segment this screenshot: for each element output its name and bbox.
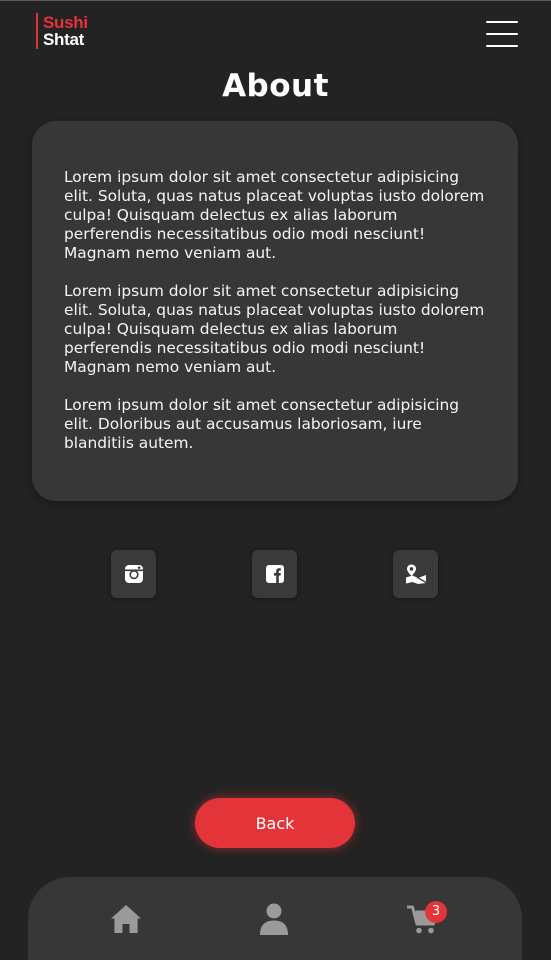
hamburger-menu-icon[interactable] — [486, 21, 518, 47]
about-card: Lorem ipsum dolor sit amet consectetur a… — [32, 121, 518, 501]
nav-cart[interactable]: 3 — [401, 897, 447, 941]
about-paragraph-3: Lorem ipsum dolor sit amet consectetur a… — [64, 396, 460, 452]
logo-line-1: Sushi — [43, 13, 88, 32]
page-title: About — [222, 68, 329, 104]
about-paragraph-1: Lorem ipsum dolor sit amet consectetur a… — [64, 168, 485, 262]
instagram-button[interactable] — [111, 550, 156, 598]
cart-count-badge: 3 — [425, 901, 447, 923]
back-button[interactable]: Back — [195, 798, 355, 848]
logo-line-2: Shtat — [43, 30, 85, 49]
nav-profile[interactable] — [252, 897, 296, 941]
user-icon — [260, 903, 288, 935]
about-paragraph-2: Lorem ipsum dolor sit amet consectetur a… — [64, 282, 485, 376]
instagram-icon — [124, 565, 143, 583]
home-icon — [111, 905, 141, 933]
bottom-navigation: 3 — [28, 877, 522, 960]
map-location-icon — [405, 564, 426, 584]
nav-home[interactable] — [104, 897, 148, 941]
sushi-shtat-logo[interactable]: Sushi Shtat — [36, 13, 88, 49]
map-location-button[interactable] — [393, 550, 438, 598]
about-page: Sushi Shtat About Lorem ipsum dolor sit … — [0, 0, 551, 960]
facebook-icon — [265, 565, 284, 583]
facebook-button[interactable] — [252, 550, 297, 598]
